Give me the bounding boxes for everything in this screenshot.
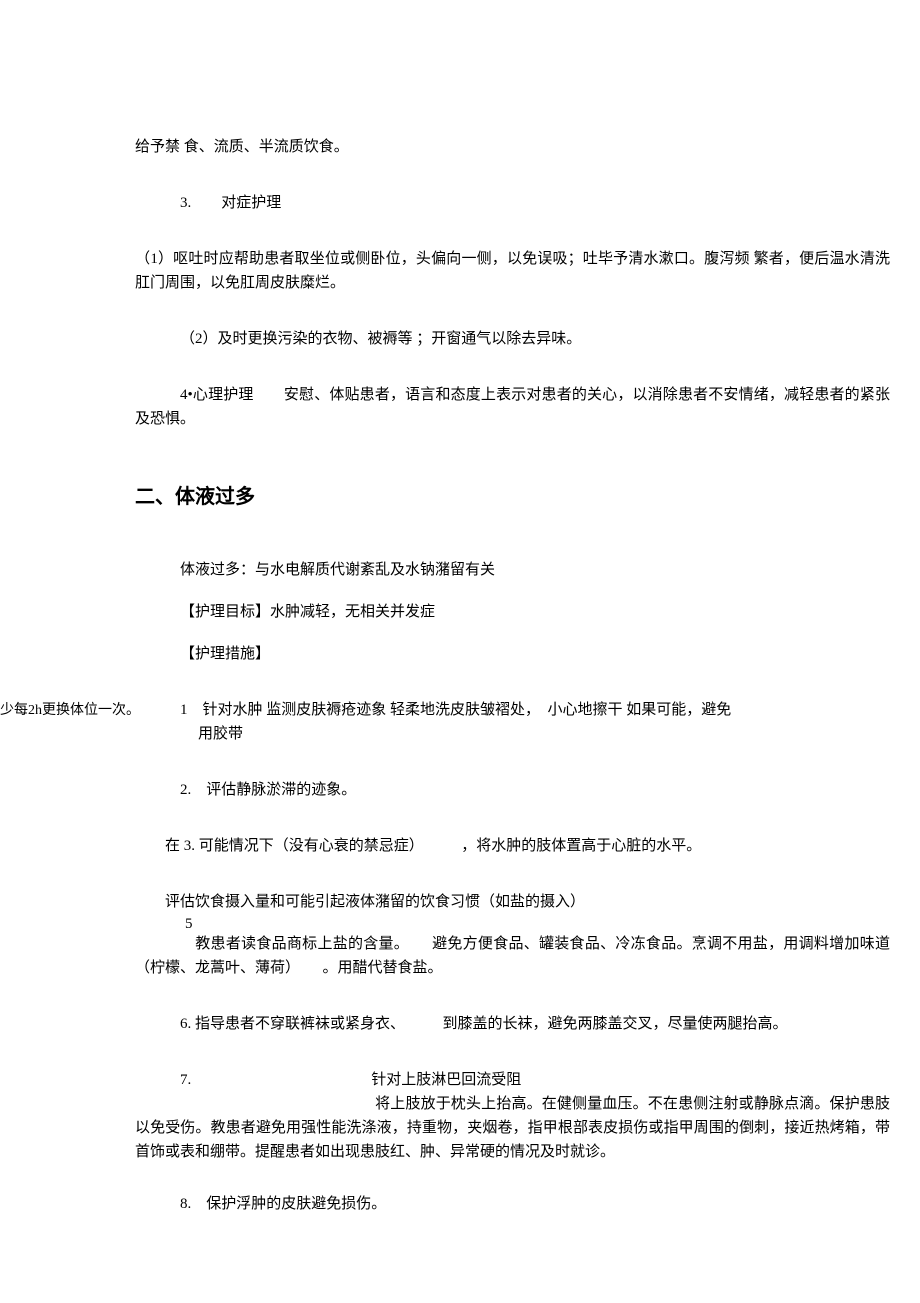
item-number: 3. (180, 195, 191, 211)
nursing-measures-label: 【护理措施】 (135, 642, 890, 666)
sub-item-1: （1）呕吐时应帮助患者取坐位或侧卧位，头偏向一侧，以免误吸；吐毕予清水漱口。腹泻… (135, 247, 890, 295)
item-number: 4• (180, 387, 193, 403)
item-number: 7. (180, 1072, 191, 1088)
item-3-symptomatic-care: 3. 对症护理 (135, 191, 890, 215)
text: （1）呕吐时应帮助患者取坐位或侧卧位，头偏向一侧，以免误吸；吐毕予清水漱口。腹泻… (135, 251, 890, 291)
item-label: 对症护理 (221, 195, 281, 211)
item-4-psychological-care: 4•心理护理 安慰、体贴患者，语言和态度上表示对患者的关心，以消除患者不安情绪，… (135, 383, 890, 431)
text: 教患者读食品商标上盐的含量。 避免方便食品、罐装食品、冷冻食品。烹调不用盐，用调… (135, 936, 890, 976)
measure-6: 6. 指导患者不穿联裤袜或紧身衣、 到膝盖的长袜，避免两膝盖交叉，尽量使两腿抬高… (135, 1012, 890, 1036)
nursing-goal: 【护理目标】水肿减轻，无相关并发症 (135, 600, 890, 624)
item-label: 心理护理 (193, 387, 254, 403)
measure-7: 7. 针对上肢淋巴回流受阻 将上肢放于枕头上抬高。在健侧量血压。不在患侧注射或静脉… (135, 1068, 890, 1164)
text: 评估饮食摄入量和可能引起液体潴留的饮食习惯（如盐的摄入） (165, 894, 585, 910)
item-title: 针对上肢淋巴回流受阻 (371, 1072, 521, 1088)
sub-item-2: （2）及时更换污染的衣物、被褥等 ；开窗通气以除去异味。 (135, 327, 890, 351)
definition: 体液过多：与水电解质代谢紊乱及水钠潴留有关 (135, 558, 890, 582)
measure-8: 8. 保护浮肿的皮肤避免损伤。 (135, 1192, 890, 1216)
measure-3: 在 3. 可能情况下（没有心衰的禁忌症） ，将水肿的肢体置高于心脏的水平。 (135, 834, 890, 858)
measure-4: 评估饮食摄入量和可能引起液体潴留的饮食习惯（如盐的摄入） 5 (135, 890, 890, 914)
page-content: 给予禁 食、流质、半流质饮食。 3. 对症护理 （1）呕吐时应帮助患者取坐位或侧… (135, 135, 890, 1248)
text-line1: 1 针对水肿 监测皮肤褥疮迹象 轻柔地洗皮肤皱褶处， 小心地擦干 如果可能，避免 (180, 702, 731, 718)
measure-1: 1 针对水肿 监测皮肤褥疮迹象 轻柔地洗皮肤皱褶处， 小心地擦干 如果可能，避免… (135, 698, 890, 746)
item-body: 将上肢放于枕头上抬高。在健侧量血压。不在患侧注射或静脉点滴。保护患肢以免受伤。教… (135, 1096, 890, 1160)
measure-2: 2. 评估静脉淤滞的迹象。 (135, 778, 890, 802)
measure-5-number: 5 (155, 912, 193, 936)
side-note: 少每2h更换体位一次。 (0, 700, 140, 722)
paragraph-diet-cont: 给予禁 食、流质、半流质饮食。 (135, 135, 890, 159)
section-2-title: 二、体液过多 (135, 481, 890, 513)
measure-5: 教患者读食品商标上盐的含量。 避免方便食品、罐装食品、冷冻食品。烹调不用盐，用调… (135, 932, 890, 980)
text-line2: 用胶带 (198, 726, 243, 742)
